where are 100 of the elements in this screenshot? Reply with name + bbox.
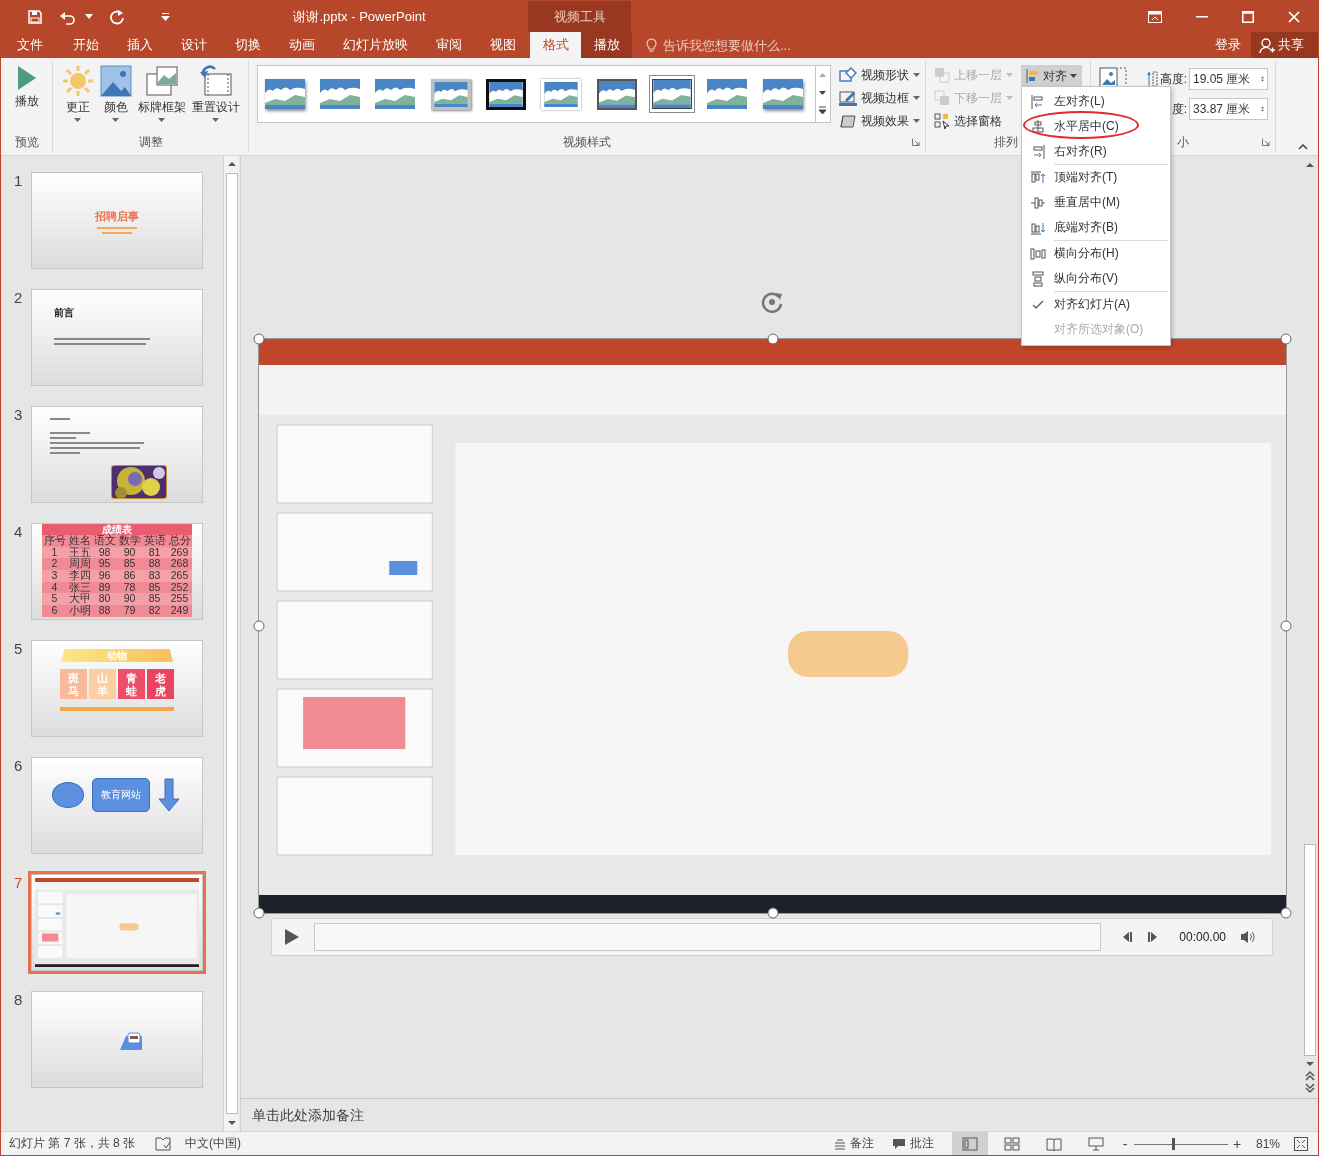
menu-item[interactable]: 右对齐(R): [1022, 139, 1170, 164]
maximize-icon[interactable]: [1242, 10, 1254, 23]
menu-item[interactable]: 水平居中(C): [1022, 114, 1170, 139]
customize-icon[interactable]: [161, 12, 170, 21]
menu-item[interactable]: 对齐幻灯片(A): [1022, 292, 1170, 317]
scrollbar-thumb[interactable]: [225, 173, 238, 1114]
step-back-icon[interactable]: [1121, 931, 1134, 943]
slide-number: 8: [13, 991, 24, 1010]
next-slide-icon[interactable]: [1305, 1082, 1315, 1094]
book-icon: [1045, 1136, 1062, 1151]
align-button[interactable]: 对齐: [1021, 65, 1082, 87]
landscape-icon: [707, 79, 748, 109]
ribbon-button[interactable]: 更正: [59, 65, 96, 122]
volume-icon[interactable]: [1240, 930, 1256, 944]
table-header: 序号: [42, 535, 67, 547]
ribbon-tab[interactable]: 幻灯片放映: [329, 32, 422, 58]
table-cell-text: 85: [147, 581, 162, 594]
resize-handle[interactable]: [767, 333, 778, 345]
close-icon[interactable]: [1288, 10, 1300, 23]
ribbon-button[interactable]: 视频形状: [839, 65, 920, 85]
ribbon-tab[interactable]: 切换: [221, 32, 275, 58]
resize-handle[interactable]: [253, 907, 265, 919]
notes-button[interactable]: 备注: [833, 1135, 874, 1152]
ribbon-display-icon[interactable]: [1148, 10, 1162, 23]
ribbon-button[interactable]: 重置设计: [189, 65, 242, 122]
slide-number: 7: [13, 874, 24, 893]
animal-card: 青蛙: [118, 669, 145, 699]
ribbon-button[interactable]: 颜色: [97, 65, 134, 122]
table-cell-text: 王五: [67, 546, 92, 558]
language-indicator[interactable]: 中文(中国): [185, 1135, 242, 1152]
comments-button[interactable]: 批注: [891, 1135, 934, 1152]
resize-handle[interactable]: [1280, 620, 1292, 632]
play-icon[interactable]: [284, 928, 300, 946]
ribbon-button[interactable]: 标牌框架: [135, 65, 188, 122]
banner: 动物: [61, 649, 173, 662]
caret-icon: [112, 118, 119, 122]
ribbon-tab[interactable]: 开始: [59, 32, 113, 58]
zoom-out-button[interactable]: -: [1119, 1135, 1130, 1152]
notes-field[interactable]: 单击此处添加备注: [241, 1106, 654, 1124]
slide-thumbnail[interactable]: 动物 斑马 山羊 青蛙 老虎: [31, 640, 203, 737]
sign-in-link[interactable]: 登录: [1215, 32, 1241, 58]
ribbon-button[interactable]: 视频效果: [839, 111, 920, 131]
dialog-launcher-icon[interactable]: [912, 138, 920, 146]
fit-to-window-icon[interactable]: [1294, 1136, 1308, 1151]
zoom-slider[interactable]: [1133, 1137, 1228, 1150]
table-cell-text: 79: [122, 605, 137, 617]
resize-handle[interactable]: [1280, 333, 1292, 345]
text-line: [50, 432, 90, 434]
slide-thumbnail[interactable]: [31, 406, 203, 503]
table-cell-text: 268: [169, 558, 190, 571]
play-button[interactable]: 播放: [12, 65, 41, 110]
ribbon-button[interactable]: 视频边框: [839, 88, 920, 108]
previous-slide-icon[interactable]: [1305, 1070, 1315, 1082]
menu-item[interactable]: 纵向分布(V): [1022, 266, 1170, 291]
resize-handle[interactable]: [1280, 907, 1292, 919]
collapse-ribbon-icon[interactable]: [1298, 144, 1308, 150]
ribbon-tab[interactable]: 插入: [113, 32, 167, 58]
menu-item[interactable]: 顶端对齐(T): [1022, 165, 1170, 190]
table-cell-text: 78: [122, 581, 137, 594]
ribbon-tab[interactable]: 动画: [275, 32, 329, 58]
resize-handle[interactable]: [253, 333, 265, 345]
slide-thumbnail[interactable]: [31, 991, 203, 1088]
scrollbar-thumb[interactable]: [1304, 844, 1316, 1056]
ribbon-tab[interactable]: 播放: [581, 32, 632, 58]
save-icon[interactable]: [27, 8, 43, 25]
group-label: 排列: [994, 135, 1018, 149]
resize-handle[interactable]: [253, 620, 265, 632]
menu-item[interactable]: 左对齐(L): [1022, 89, 1170, 114]
height-field[interactable]: 19.05 厘米: [1189, 68, 1268, 90]
spell-check-icon[interactable]: [155, 1136, 172, 1151]
dialog-launcher-icon[interactable]: [1262, 138, 1270, 146]
menu-item[interactable]: 垂直居中(M): [1022, 190, 1170, 215]
zoom-thumb[interactable]: [1171, 1137, 1175, 1150]
lightbulb-icon: [646, 37, 657, 53]
ribbon-tab[interactable]: 视图: [476, 32, 530, 58]
table-cell-text: 88: [147, 558, 162, 571]
menu-item[interactable]: 横向分布(H): [1022, 241, 1170, 266]
redo-icon[interactable]: [109, 8, 125, 25]
ribbon-tab[interactable]: 审阅: [422, 32, 476, 58]
view-button[interactable]: [951, 1132, 988, 1155]
video-style-thumbnail[interactable]: [649, 75, 695, 113]
effects-icon: [839, 113, 857, 129]
tell-me-field[interactable]: 告诉我您想要做什么...: [646, 32, 806, 58]
width-field[interactable]: 33.87 厘米: [1189, 98, 1268, 120]
ribbon-tab[interactable]: 格式: [530, 32, 581, 58]
ribbon-button[interactable]: 选择窗格: [934, 111, 1013, 131]
minimize-icon[interactable]: [1196, 15, 1208, 18]
progress-track[interactable]: [314, 923, 1102, 951]
presentation-icon: [1087, 1136, 1104, 1151]
caret-icon[interactable]: [85, 13, 93, 20]
distribute-vertical-icon: [1031, 270, 1045, 287]
zoom-in-button[interactable]: +: [1231, 1135, 1242, 1152]
ribbon-tab[interactable]: 文件: [1, 32, 59, 58]
menu-item[interactable]: 底端对齐(B): [1022, 215, 1170, 240]
zoom-level[interactable]: 81%: [1255, 1136, 1280, 1151]
slide-thumbnail[interactable]: 成绩表 序号 姓名 语文 数学 英语 总分 1 王五 98 90 81 269 2 周周 95 85 88 268 3 李四 96 86 83 265 4 张三 89 78 85 252 5 大甲 80 90 85 255 6 小明 88 79 82 249: [31, 523, 203, 620]
ribbon-tab[interactable]: 设计: [167, 32, 221, 58]
table-cell-text: 2: [50, 558, 59, 571]
share-button[interactable]: 共享: [1251, 32, 1318, 58]
slide-thumbnail[interactable]: 前言: [31, 289, 203, 386]
